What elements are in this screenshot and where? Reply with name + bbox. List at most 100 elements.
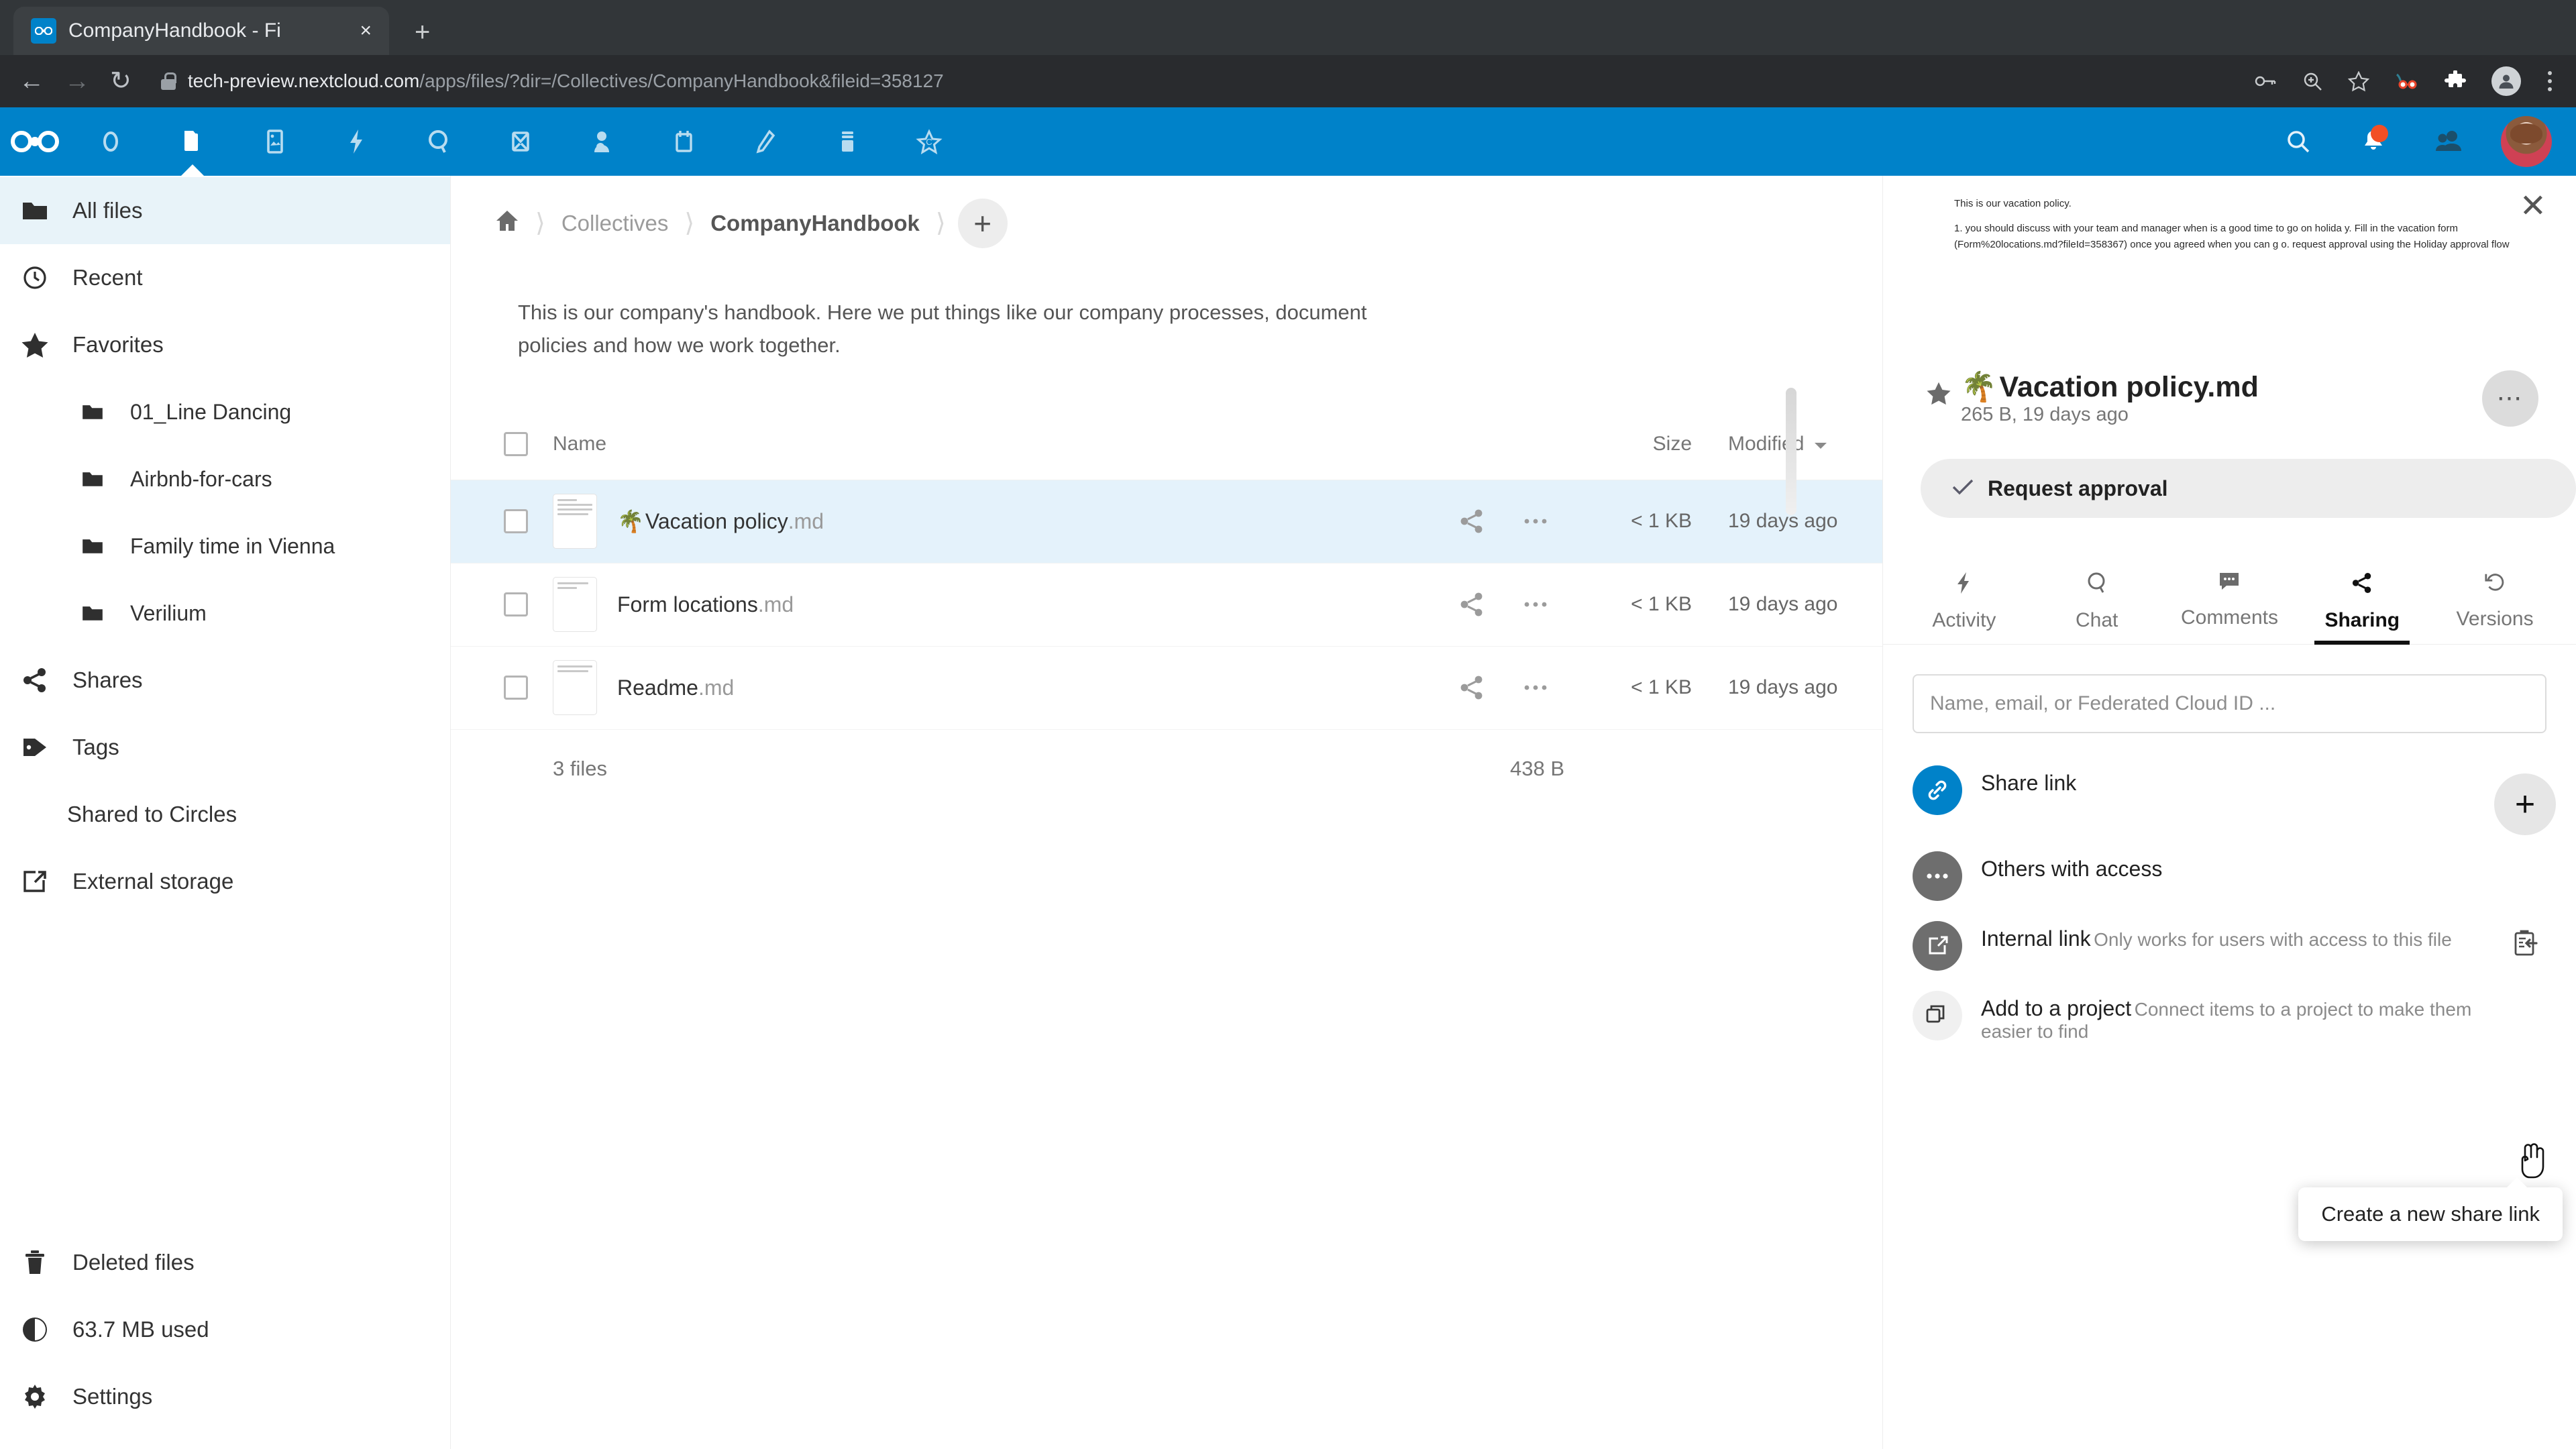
row-actions [1440,508,1567,535]
folder-icon [74,537,111,555]
sidebar-item-settings[interactable]: Settings [0,1363,450,1430]
nav-app-deck[interactable] [806,107,888,176]
sidebar-item-tags[interactable]: Tags [0,714,450,781]
tab-chat[interactable]: Chat [2031,557,2163,644]
notification-badge [2371,125,2388,142]
star-icon [16,331,54,358]
kebab-menu-icon[interactable] [2546,70,2553,93]
nextcloud-favicon [31,18,56,44]
share-entry-share-link[interactable]: Share link + [1913,756,2556,842]
breadcrumb-item-collectives[interactable]: Collectives [545,211,685,236]
address-bar[interactable]: tech-preview.nextcloud.com/apps/files/?d… [161,70,2234,92]
sidebar-item-label: Verilium [130,601,207,626]
sidebar-item-favorites[interactable]: Favorites [0,311,450,378]
copy-clipboard-icon[interactable] [2511,929,2539,962]
share-entry-others-with-access[interactable]: Others with access [1913,842,2556,912]
sidebar-overflow-menu-icon[interactable]: ⋯ [2482,370,2538,427]
nav-app-files[interactable] [152,107,233,176]
sidebar-item-airbnb-for-cars[interactable]: Airbnb-for-cars [0,445,450,513]
row-checkbox[interactable] [479,592,553,616]
folder-icon [74,402,111,421]
request-approval-button[interactable]: Request approval [1921,459,2576,518]
share-recipient-input[interactable]: Name, email, or Federated Cloud ID ... [1913,674,2546,733]
profile-avatar-icon[interactable] [2491,66,2521,96]
sidebar-item-verilium[interactable]: Verilium [0,580,450,647]
close-icon[interactable]: × [360,21,372,41]
tab-activity[interactable]: Activity [1898,557,2031,644]
sidebar-item-quota[interactable]: 63.7 MB used [0,1296,450,1363]
create-share-link-button[interactable]: + [2494,773,2556,835]
nav-app-dashboard[interactable] [70,107,152,176]
sidebar-item-shares[interactable]: Shares [0,647,450,714]
nav-app-photos[interactable] [233,107,315,176]
share-icon[interactable] [1440,674,1503,701]
sidebar-item-shared-to-circles[interactable]: Shared to Circles [0,781,450,848]
browser-tab[interactable]: CompanyHandbook - Fi × [13,7,389,55]
table-row[interactable]: Readme.md < 1 KB 19 days ago [451,647,1882,730]
dots-others-icon [1913,851,1962,901]
page-title: 🌴Vacation policy.md [1961,370,2482,404]
file-name-cell[interactable]: Form locations.md [553,577,1440,632]
select-all-checkbox[interactable] [479,432,553,456]
sidebar-item-all-files[interactable]: All files [0,177,450,244]
nav-app-contacts[interactable] [561,107,643,176]
close-icon[interactable]: ✕ [2520,191,2546,223]
key-icon[interactable] [2254,74,2277,88]
nav-app-calendar[interactable] [643,107,724,176]
nav-app-notes[interactable] [724,107,806,176]
forward-icon[interactable]: → [64,68,90,94]
column-header-size[interactable]: Size [1567,433,1708,455]
tab-versions[interactable]: Versions [2428,557,2561,644]
table-row[interactable]: 🌴Vacation policy.md < 1 KB [451,480,1882,564]
favorite-star-icon[interactable] [1917,370,1961,405]
breadcrumb-item-companyhandbook[interactable]: CompanyHandbook [694,211,936,236]
sidebar-item-01-line-dancing[interactable]: 01_Line Dancing [0,378,450,445]
column-header-name[interactable]: Name [553,433,1440,455]
file-name-cell[interactable]: 🌴Vacation policy.md [553,494,1440,549]
sidebar-item-label: 01_Line Dancing [130,400,291,425]
bell-notification-icon[interactable] [2336,107,2411,176]
tab-comments[interactable]: Comments [2163,557,2296,644]
nav-app-activity[interactable] [315,107,397,176]
home-icon[interactable] [479,209,535,237]
nav-app-mail[interactable] [479,107,561,176]
share-icon[interactable] [1440,591,1503,618]
row-overflow-menu-icon[interactable] [1503,600,1567,608]
bookmark-star-icon[interactable] [2348,71,2369,92]
back-icon[interactable]: ← [19,68,44,94]
sidebar-item-deleted-files[interactable]: Deleted files [0,1229,450,1296]
sidebar-item-label: External storage [72,869,233,894]
tab-label: Chat [2076,609,2118,632]
share-entry-add-to-project[interactable]: Add to a project Connect items to a proj… [1913,981,2556,1051]
tab-label: Versions [2457,608,2534,631]
sidebar-file-header: 🌴Vacation policy.md 265 B, 19 days ago ⋯ [1883,370,2576,427]
new-tab-button[interactable]: + [415,19,430,46]
nav-app-talk[interactable] [397,107,479,176]
vertical-scrollbar[interactable] [1786,388,1796,515]
share-icon[interactable] [1440,508,1503,535]
extension-reading-glasses-icon[interactable] [2395,72,2419,91]
sidebar-item-external-storage[interactable]: External storage [0,848,450,915]
share-entry-internal-link[interactable]: Internal link Only works for users with … [1913,912,2556,981]
nextcloud-logo[interactable] [0,130,70,153]
table-row[interactable]: Form locations.md < 1 KB 19 [451,564,1882,647]
row-overflow-menu-icon[interactable] [1503,517,1567,525]
row-checkbox[interactable] [479,509,553,533]
search-icon[interactable] [2261,107,2336,176]
avatar[interactable] [2501,116,2552,167]
new-file-button[interactable]: + [958,199,1008,248]
tab-sharing[interactable]: Sharing [2296,557,2428,644]
puzzle-extensions-icon[interactable] [2445,70,2466,92]
contacts-menu-icon[interactable] [2411,107,2486,176]
nav-app-circles[interactable]: C [888,107,970,176]
row-checkbox[interactable] [479,676,553,700]
sidebar-item-family-time-in-vienna[interactable]: Family time in Vienna [0,513,450,580]
zoom-icon[interactable] [2302,71,2322,91]
share-entry-title: Internal link [1981,926,2091,951]
sidebar-file-meta: 265 B, 19 days ago [1961,404,2129,425]
file-name-cell[interactable]: Readme.md [553,660,1440,715]
reload-icon[interactable]: ↻ [110,68,131,94]
row-actions [1440,591,1567,618]
sidebar-item-recent[interactable]: Recent [0,244,450,311]
row-overflow-menu-icon[interactable] [1503,684,1567,692]
